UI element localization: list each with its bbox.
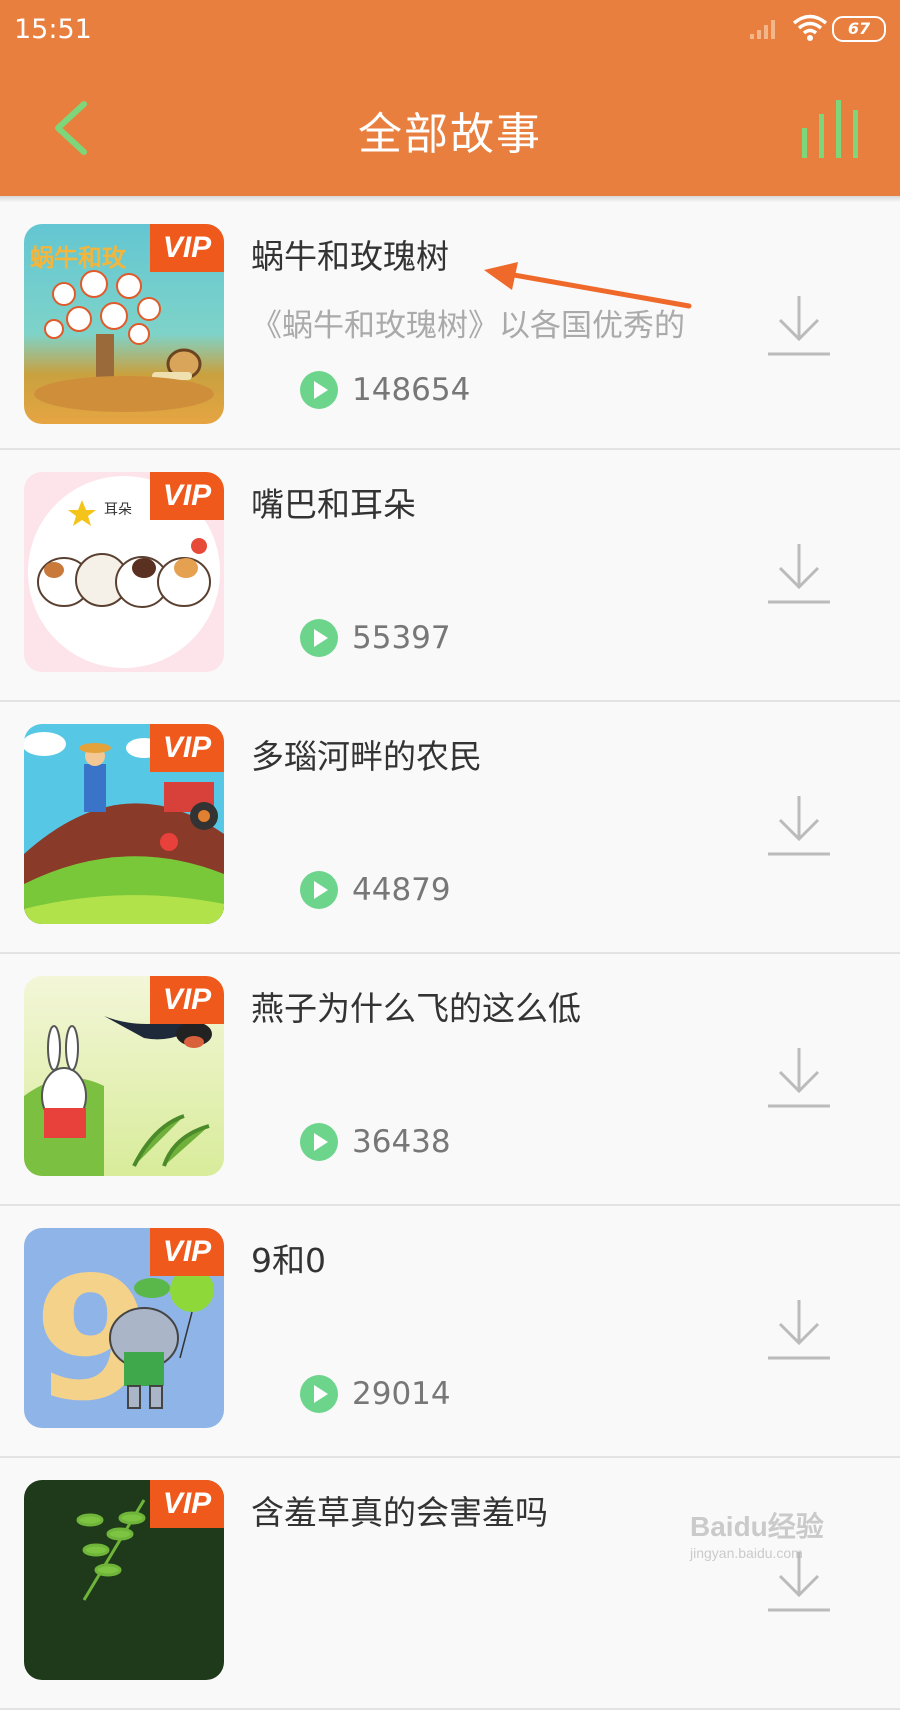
play-count-value: 29014 <box>352 1376 451 1412</box>
story-cover: 9 VIP <box>24 1228 224 1428</box>
download-icon[interactable] <box>766 1044 832 1110</box>
story-item[interactable]: 9 VIP 9和0 29014 <box>0 1206 900 1458</box>
battery-icon: 67 <box>832 16 886 42</box>
story-title: 含羞草真的会害羞吗 <box>251 1493 548 1532</box>
story-item[interactable]: VIP 含羞草真的会害羞吗 <box>0 1458 900 1710</box>
play-icon <box>300 1375 338 1413</box>
play-count: 44879 <box>300 870 451 910</box>
watermark-url: jingyan.baidu.com <box>690 1545 803 1561</box>
download-icon[interactable] <box>766 292 832 358</box>
download-icon[interactable] <box>766 792 832 858</box>
play-count-value: 44879 <box>352 872 451 908</box>
download-icon[interactable] <box>766 540 832 606</box>
vip-badge: VIP <box>150 976 224 1024</box>
status-bar: 15:51 67 <box>0 0 900 60</box>
story-title: 9和0 <box>251 1241 326 1280</box>
cover-text: 耳朵 <box>104 502 132 518</box>
play-icon <box>300 619 338 657</box>
watermark-brand: Baidu经验 <box>690 1511 824 1542</box>
signal-icon <box>750 20 775 39</box>
story-cover: 蜗牛和玫 VIP <box>24 224 224 424</box>
story-cover: 耳朵 VIP <box>24 472 224 672</box>
play-count: 148654 <box>300 370 470 410</box>
story-list: 蜗牛和玫 VIP 蜗牛和玫瑰树 《蜗牛和玫瑰树》以各国优秀的 148654 耳朵… <box>0 202 900 1710</box>
story-cover: VIP <box>24 1480 224 1680</box>
play-count-value: 148654 <box>352 372 471 408</box>
story-item[interactable]: 蜗牛和玫 VIP 蜗牛和玫瑰树 《蜗牛和玫瑰树》以各国优秀的 148654 <box>0 202 900 450</box>
page-title: 全部故事 <box>358 109 542 160</box>
vip-badge: VIP <box>150 724 224 772</box>
play-icon <box>300 1123 338 1161</box>
wifi-icon <box>792 14 828 41</box>
status-time: 15:51 <box>14 14 92 45</box>
vip-badge: VIP <box>150 224 224 272</box>
play-count-value: 55397 <box>352 620 451 656</box>
play-count: 29014 <box>300 1374 451 1414</box>
vip-badge: VIP <box>150 1480 224 1528</box>
vip-badge: VIP <box>150 472 224 520</box>
story-title: 多瑙河畔的农民 <box>251 737 482 776</box>
story-item[interactable]: VIP 燕子为什么飞的这么低 36438 <box>0 954 900 1206</box>
equalizer-icon[interactable] <box>800 100 864 158</box>
download-icon[interactable] <box>766 1296 832 1362</box>
cover-title-text: 蜗牛和玫 <box>30 244 126 272</box>
story-title: 蜗牛和玫瑰树 <box>251 237 449 276</box>
vip-badge: VIP <box>150 1228 224 1276</box>
play-count: 55397 <box>300 618 451 658</box>
play-icon <box>300 871 338 909</box>
story-title: 嘴巴和耳朵 <box>251 485 416 524</box>
play-count-value: 36438 <box>352 1124 451 1160</box>
app-header: 15:51 67 全部故事 <box>0 0 900 196</box>
play-icon <box>300 371 338 409</box>
story-cover: VIP <box>24 724 224 924</box>
story-item[interactable]: VIP 多瑙河畔的农民 44879 <box>0 702 900 954</box>
story-cover: VIP <box>24 976 224 1176</box>
story-item[interactable]: 耳朵 VIP 嘴巴和耳朵 55397 <box>0 450 900 702</box>
watermark: Baidu经验 jingyan.baidu.com <box>690 1505 824 1561</box>
story-title: 燕子为什么飞的这么低 <box>251 989 581 1028</box>
play-count: 36438 <box>300 1122 451 1162</box>
annotation-arrow-icon <box>484 262 692 309</box>
